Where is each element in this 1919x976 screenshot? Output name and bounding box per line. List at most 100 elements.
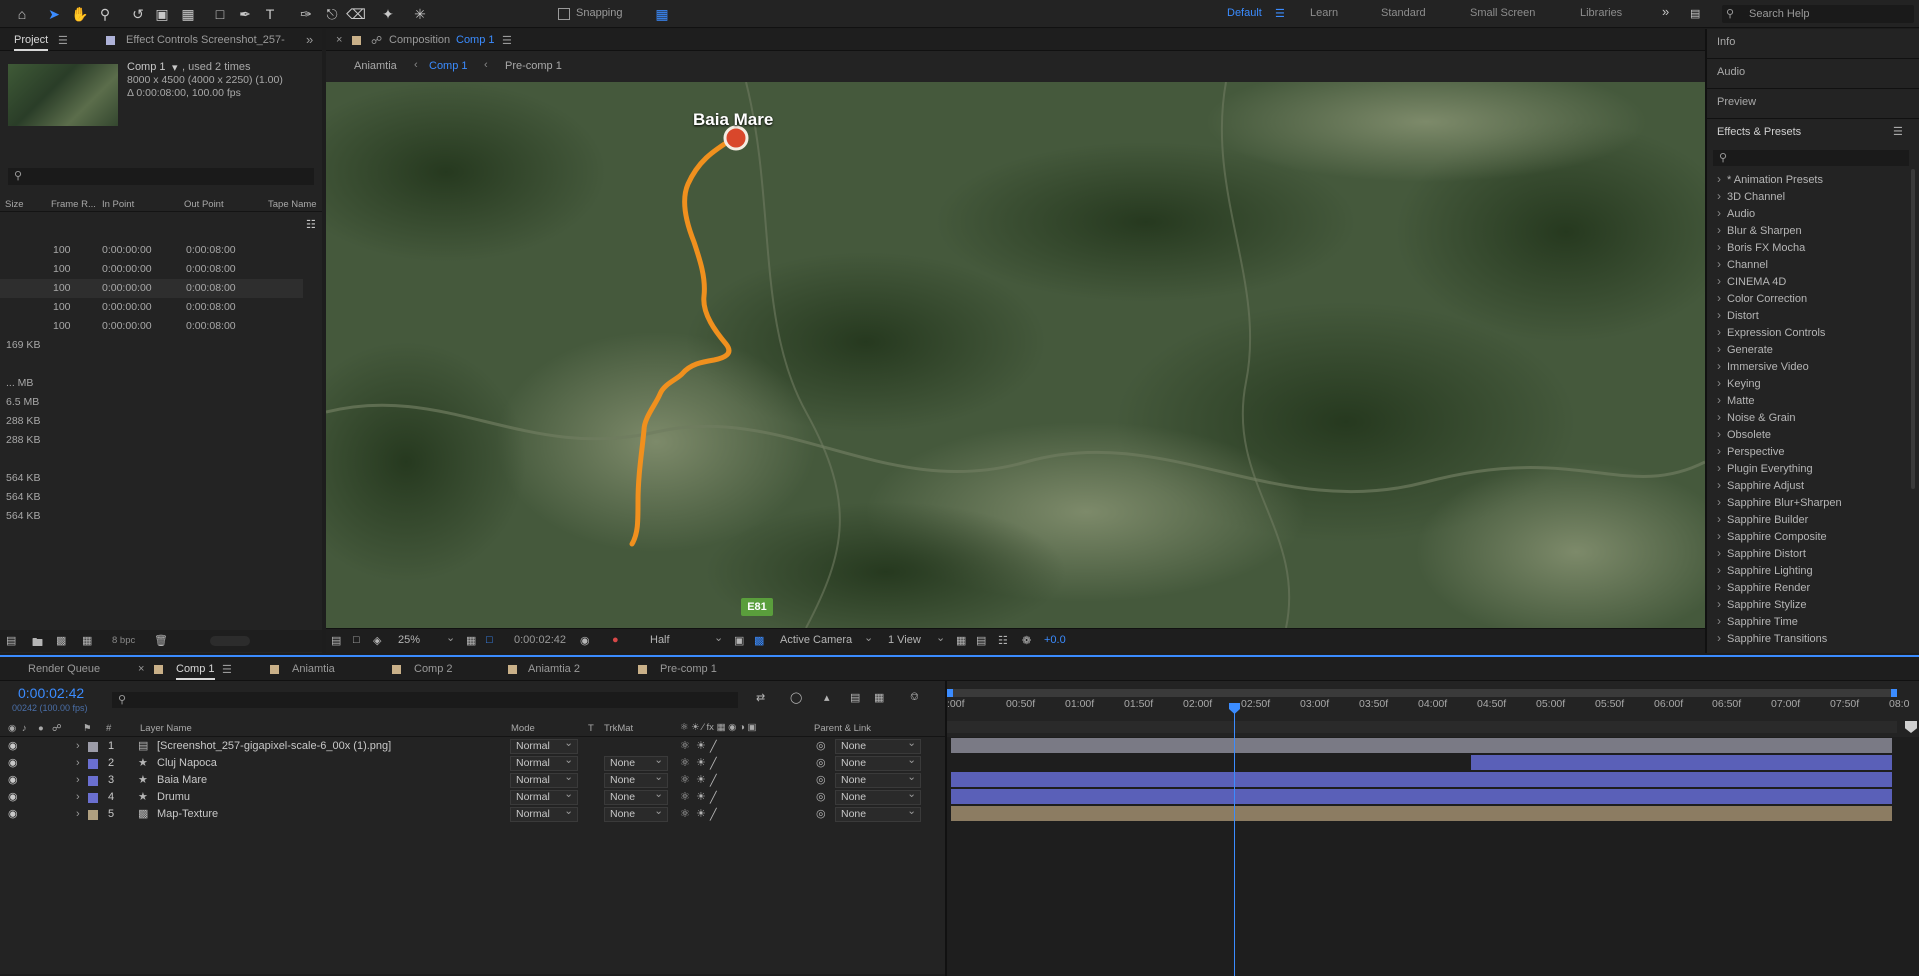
camera-tool-icon[interactable]: ▣ xyxy=(152,4,172,24)
effects-presets-label[interactable]: Effects & Presets xyxy=(1717,126,1801,138)
layer-row[interactable]: ◉ › 5 ▩ Map-Texture Normal None ⚛ ☀ ╱ ◎ None xyxy=(0,805,945,823)
effect-category[interactable]: Sapphire Stylize xyxy=(1717,597,1807,611)
comp-mini-flowchart-icon[interactable]: ⇄ xyxy=(756,691,765,704)
current-timecode[interactable]: 0:00:02:42 xyxy=(514,634,566,646)
col-layer-name[interactable]: Layer Name xyxy=(140,723,192,734)
transparency-grid-icon[interactable]: ▣ xyxy=(734,634,744,647)
tab-pre-comp-1[interactable]: Pre-comp 1 xyxy=(660,663,717,675)
effect-category[interactable]: Plugin Everything xyxy=(1717,461,1813,475)
layer-label-swatch[interactable] xyxy=(88,742,98,752)
project-row[interactable]: 100 0:00:00:00 0:00:08:00 xyxy=(0,298,303,317)
effect-category[interactable]: Expression Controls xyxy=(1717,325,1825,339)
zoom-tool-icon[interactable]: ⚲ xyxy=(95,4,115,24)
col-out-point[interactable]: Out Point xyxy=(184,199,224,210)
effect-category[interactable]: Matte xyxy=(1717,393,1755,407)
tab-render-queue[interactable]: Render Queue xyxy=(28,663,100,675)
effects-search-input[interactable]: ⚲ xyxy=(1713,150,1909,166)
workspace-small-screen[interactable]: Small Screen xyxy=(1470,7,1535,19)
layer-name[interactable]: Baia Mare xyxy=(157,774,207,786)
audio-section[interactable]: Audio xyxy=(1707,59,1919,89)
project-row[interactable]: 100 0:00:00:00 0:00:08:00 xyxy=(0,241,303,260)
effect-category[interactable]: Sapphire Time xyxy=(1717,614,1798,628)
layer-label-swatch[interactable] xyxy=(88,793,98,803)
rectangle-tool-icon[interactable]: □ xyxy=(210,4,230,24)
pen-tool-icon[interactable]: ✒ xyxy=(235,4,255,24)
crumb-pre-comp-1[interactable]: Pre-comp 1 xyxy=(505,60,562,72)
snapshot-icon[interactable]: ◉ xyxy=(580,634,590,647)
effect-category[interactable]: 3D Channel xyxy=(1717,189,1785,203)
trkmat-dropdown[interactable]: None xyxy=(604,754,668,771)
effect-category[interactable]: Sapphire Distort xyxy=(1717,546,1806,560)
timeline-link-icon[interactable]: ▤ xyxy=(976,634,986,647)
effect-category[interactable]: CINEMA 4D xyxy=(1717,274,1786,288)
project-row[interactable] xyxy=(0,450,303,469)
tab-aniamtia[interactable]: Aniamtia xyxy=(292,663,335,675)
resolution-dropdown[interactable]: Half xyxy=(650,634,670,646)
vr-icon[interactable]: ◈ xyxy=(373,634,381,647)
layer-duration-bar[interactable] xyxy=(951,772,1892,787)
tab-comp-1[interactable]: Comp 1 xyxy=(176,663,215,680)
expand-layer-icon[interactable]: › xyxy=(76,791,80,803)
project-row[interactable]: 288 KB xyxy=(0,412,303,431)
layer-row[interactable]: ◉ › 1 ▤ [Screenshot_257-gigapixel-scale-6_00… xyxy=(0,737,945,755)
workspace-libraries[interactable]: Libraries xyxy=(1580,7,1622,19)
mode-dropdown[interactable]: Normal xyxy=(510,788,578,805)
layer-name[interactable]: [Screenshot_257-gigapixel-scale-6_00x (1… xyxy=(157,740,391,752)
timeline-search-input[interactable]: ⚲ xyxy=(112,692,738,708)
pick-whip-icon[interactable]: ◎ xyxy=(816,739,826,752)
graph-editor-icon[interactable]: ⎊ xyxy=(910,691,919,704)
project-row[interactable]: 169 KB xyxy=(0,336,303,355)
frame-blending-icon[interactable]: ▤ xyxy=(850,691,860,704)
shy-icon[interactable]: ▴ xyxy=(824,691,830,704)
effect-category[interactable]: Sapphire Blur+Sharpen xyxy=(1717,495,1842,509)
preview-label[interactable]: Preview xyxy=(1717,96,1756,108)
effect-category[interactable]: Audio xyxy=(1717,206,1755,220)
layer-label-swatch[interactable] xyxy=(88,776,98,786)
effect-category[interactable]: Channel xyxy=(1717,257,1768,271)
dropdown-icon[interactable]: ▾ xyxy=(172,61,178,74)
zoom-dropdown[interactable]: 25% xyxy=(398,634,420,646)
trkmat-dropdown[interactable]: None xyxy=(604,771,668,788)
mode-dropdown[interactable]: Normal xyxy=(510,805,578,822)
parent-dropdown[interactable]: None xyxy=(835,754,921,771)
pick-whip-icon[interactable]: ◎ xyxy=(816,807,826,820)
selection-tool-icon[interactable]: ➤ xyxy=(44,4,64,24)
composition-viewer[interactable]: Baia Mare E81 xyxy=(326,82,1705,628)
preview-section[interactable]: Preview xyxy=(1707,89,1919,119)
region-of-interest-icon[interactable]: □ xyxy=(486,634,493,646)
effect-category[interactable]: Sapphire Render xyxy=(1717,580,1810,594)
trash-icon[interactable]: 🗑 xyxy=(154,634,168,647)
col-parent-link[interactable]: Parent & Link xyxy=(814,723,871,734)
expand-layer-icon[interactable]: › xyxy=(76,808,80,820)
tab-project[interactable]: Project xyxy=(14,34,49,51)
effect-category[interactable]: Perspective xyxy=(1717,444,1784,458)
composition-name[interactable]: Comp 1 xyxy=(456,34,495,46)
home-icon[interactable]: ⌂ xyxy=(12,4,32,24)
audio-switch-icon[interactable]: ♪ xyxy=(22,723,27,734)
toggle-pixel-icon[interactable]: ▦ xyxy=(956,634,966,647)
switch-quality-icon[interactable]: ╱ xyxy=(710,808,717,821)
switch-collapse-icon[interactable]: ☀ xyxy=(696,756,706,769)
draft-3d-icon[interactable]: ◯ xyxy=(790,691,802,704)
search-help-field[interactable]: ⚲ Search Help xyxy=(1722,5,1914,23)
switch-quality-icon[interactable]: ╱ xyxy=(710,757,717,770)
thumbnail-size-slider[interactable] xyxy=(210,636,250,646)
effect-category[interactable]: Sapphire Composite xyxy=(1717,529,1827,543)
view-layout-dropdown[interactable]: 1 View xyxy=(888,634,921,646)
layer-label-swatch[interactable] xyxy=(88,810,98,820)
layer-name[interactable]: Map-Texture xyxy=(157,808,218,820)
project-row[interactable]: 288 KB xyxy=(0,431,303,450)
switch-shy-icon[interactable]: ⚛ xyxy=(680,773,690,786)
snap-options-icon[interactable]: ▦ xyxy=(652,4,672,24)
project-row[interactable]: 100 0:00:00:00 0:00:08:00 xyxy=(0,317,303,336)
more-workspaces-icon[interactable]: » xyxy=(1662,4,1669,19)
visibility-eye-icon[interactable]: ◉ xyxy=(8,807,18,820)
layer-duration-bar[interactable] xyxy=(951,738,1892,753)
col-tape-name[interactable]: Tape Name xyxy=(268,199,317,210)
layer-row[interactable]: ◉ › 3 ★ Baia Mare Normal None ⚛ ☀ ╱ ◎ None xyxy=(0,771,945,789)
layer-duration-bar[interactable] xyxy=(1471,755,1892,770)
effect-category[interactable]: Generate xyxy=(1717,342,1773,356)
bpc-label[interactable]: 8 bpc xyxy=(112,635,135,646)
visibility-eye-icon[interactable]: ◉ xyxy=(8,773,18,786)
work-area-start[interactable] xyxy=(947,689,953,697)
